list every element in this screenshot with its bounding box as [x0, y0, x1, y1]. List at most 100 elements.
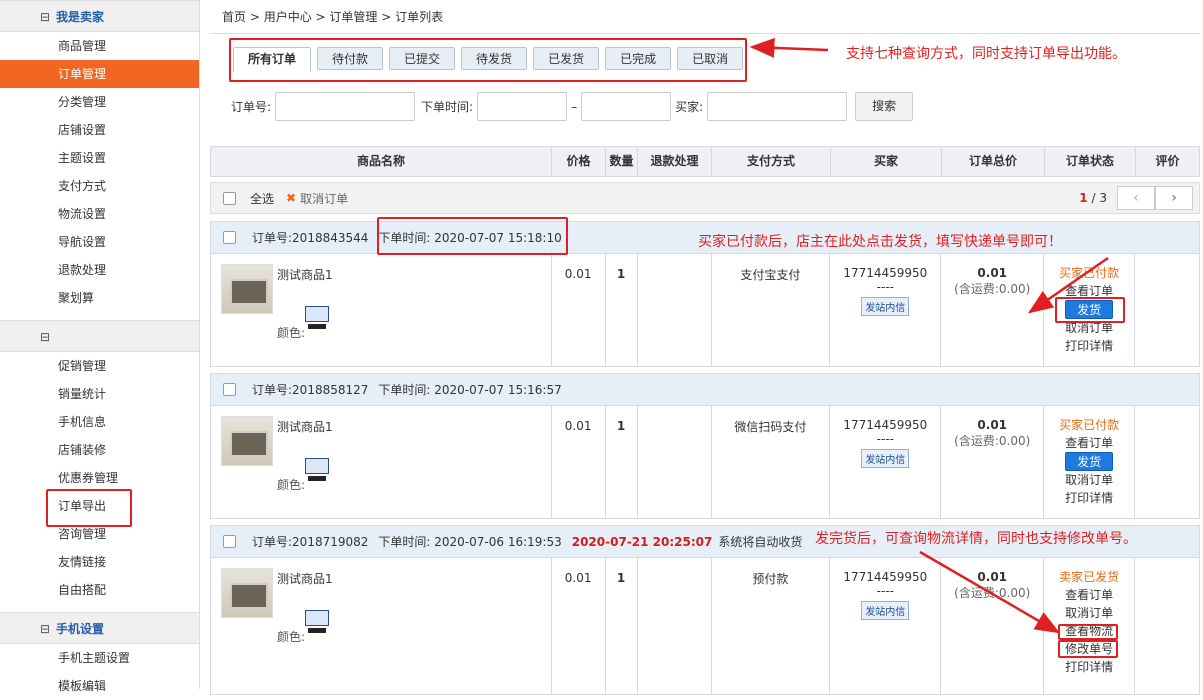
- annotation-ship-note: 买家已付款后，店主在此处点击发货，填写快递单号即可！: [698, 234, 1062, 250]
- tab-submitted[interactable]: 已提交: [389, 47, 456, 70]
- view-order-link[interactable]: 查看订单: [1044, 586, 1134, 604]
- order-row: 测试商品1 颜色: 0.01 1 支付宝支付 17714459950 ---- 发站内…: [211, 254, 1199, 366]
- print-details-link[interactable]: 打印详情: [1044, 337, 1134, 355]
- price: 0.01: [552, 406, 606, 518]
- view-order-link[interactable]: 查看订单: [1044, 434, 1134, 452]
- order-no: 2018719082: [292, 535, 369, 549]
- buyer-phone: 17714459950: [843, 570, 928, 584]
- product-name[interactable]: 测试商品1: [277, 418, 333, 435]
- buyer-phone: 17714459950: [843, 418, 928, 432]
- sidebar-item-mobile-info[interactable]: 手机信息: [0, 408, 199, 436]
- sidebar-item-consult[interactable]: 咨询管理: [0, 520, 199, 548]
- sidebar-section-title: 我是卖家: [56, 10, 105, 24]
- tab-to-ship[interactable]: 待发货: [461, 47, 528, 70]
- sidebar-item-orders[interactable]: 订单管理: [0, 60, 199, 88]
- buyer-sub: ----: [876, 584, 894, 598]
- sidebar-item-free-match[interactable]: 自由搭配: [0, 576, 199, 604]
- time-start-input[interactable]: [477, 92, 568, 121]
- sidebar-item-payment[interactable]: 支付方式: [0, 172, 199, 200]
- annotation-tabs-note: 支持七种查询方式，同时支持订单导出功能。: [846, 46, 1126, 62]
- select-all-label[interactable]: 全选: [250, 190, 274, 207]
- price: 0.01: [552, 254, 606, 366]
- collapse-icon[interactable]: ⊟: [40, 1, 50, 33]
- sidebar-item-sales-stats[interactable]: 销量统计: [0, 380, 199, 408]
- col-rating: 评价: [1155, 154, 1180, 168]
- sidebar-item-logistics[interactable]: 物流设置: [0, 200, 199, 228]
- order-no-input[interactable]: [275, 92, 416, 121]
- tab-pending-payment[interactable]: 待付款: [317, 47, 384, 70]
- cancel-order-link[interactable]: 取消订单: [1044, 471, 1134, 489]
- collapse-icon[interactable]: ⊟: [40, 613, 50, 645]
- computer-icon: [305, 458, 333, 486]
- order-checkbox[interactable]: [223, 231, 236, 244]
- buyer-label: 买家:: [675, 100, 704, 114]
- col-status: 订单状态: [1045, 147, 1136, 176]
- page-current: 1: [1079, 191, 1088, 205]
- annotation-box-modify-tracking: [1058, 640, 1118, 658]
- select-all-checkbox[interactable]: [223, 191, 236, 205]
- send-message-button[interactable]: 发站内信: [861, 449, 910, 468]
- print-details-link[interactable]: 打印详情: [1044, 658, 1134, 676]
- sidebar-item-juhuasuan[interactable]: 聚划算: [0, 284, 199, 312]
- order-checkbox[interactable]: [223, 383, 236, 396]
- order-total: 0.01: [977, 418, 1008, 432]
- order-header: 订单号:2018858127 下单时间: 2020-07-07 15:16:57: [211, 374, 1199, 406]
- breadcrumb-order-list: 订单列表: [395, 10, 444, 24]
- sidebar-section-seller[interactable]: ⊟ 我是卖家: [0, 0, 199, 32]
- breadcrumb-user-center[interactable]: 用户中心: [264, 10, 312, 24]
- product-thumbnail[interactable]: [221, 568, 273, 618]
- ship-button[interactable]: 发货: [1065, 452, 1114, 471]
- sidebar-item-links[interactable]: 友情链接: [0, 548, 199, 576]
- col-product: 商品名称: [211, 147, 552, 176]
- order-checkbox[interactable]: [223, 535, 236, 548]
- color-label: 颜色:: [277, 478, 306, 492]
- tab-shipped[interactable]: 已发货: [533, 47, 600, 70]
- order-no: 2018843544: [292, 231, 369, 245]
- sidebar-item-coupons[interactable]: 优惠券管理: [0, 464, 199, 492]
- breadcrumb-order-mgmt[interactable]: 订单管理: [329, 10, 377, 24]
- rating-cell: [1135, 558, 1199, 694]
- product-name[interactable]: 测试商品1: [277, 570, 333, 587]
- tab-completed[interactable]: 已完成: [605, 47, 672, 70]
- prev-page-button[interactable]: ‹: [1117, 186, 1155, 210]
- sidebar-item-navigation[interactable]: 导航设置: [0, 228, 199, 256]
- sidebar-item-promotion[interactable]: 促销管理: [0, 352, 199, 380]
- cancel-order-button[interactable]: 取消订单: [300, 190, 348, 207]
- order-total: 0.01: [977, 266, 1008, 280]
- sidebar-item-theme[interactable]: 主题设置: [0, 144, 199, 172]
- order-no-label: 订单号:: [252, 535, 293, 549]
- sidebar-section-mobile[interactable]: ⊟ 手机设置: [0, 612, 199, 644]
- time-end-input[interactable]: [581, 92, 672, 121]
- tab-all-orders[interactable]: 所有订单: [233, 47, 312, 73]
- product-thumbnail[interactable]: [221, 264, 273, 314]
- cancel-order-link[interactable]: 取消订单: [1044, 604, 1134, 622]
- annotation-box-order-time: [377, 217, 568, 255]
- buyer-sub: ----: [876, 280, 894, 294]
- next-page-button[interactable]: ›: [1155, 186, 1193, 210]
- sidebar-item-decoration[interactable]: 店铺装修: [0, 436, 199, 464]
- sidebar-item-goods[interactable]: 商品管理: [0, 32, 199, 60]
- order-time: 2020-07-07 15:16:57: [434, 383, 562, 397]
- select-bar: 全选 ✖ 取消订单 1 / 3 ‹ ›: [210, 182, 1200, 214]
- collapse-icon[interactable]: ⊟: [40, 321, 50, 353]
- sidebar-item-order-export[interactable]: 订单导出: [0, 489, 199, 527]
- order-card: 订单号:2018858127 下单时间: 2020-07-07 15:16:57…: [210, 373, 1200, 519]
- send-message-button[interactable]: 发站内信: [861, 297, 910, 316]
- sidebar-item-category[interactable]: 分类管理: [0, 88, 199, 116]
- sidebar-item-refund[interactable]: 退款处理: [0, 256, 199, 284]
- annotation-box-ship-button: [1055, 297, 1125, 323]
- product-thumbnail[interactable]: [221, 416, 273, 466]
- sidebar-item-template-edit[interactable]: 模板编辑: [0, 672, 199, 700]
- send-message-button[interactable]: 发站内信: [861, 601, 910, 620]
- breadcrumb-home[interactable]: 首页: [222, 10, 246, 24]
- buyer-input[interactable]: [707, 92, 848, 121]
- tab-cancelled[interactable]: 已取消: [677, 47, 744, 70]
- sidebar-item-shop-settings[interactable]: 店铺设置: [0, 116, 199, 144]
- product-name[interactable]: 测试商品1: [277, 266, 333, 283]
- sidebar-section-2[interactable]: ⊟: [0, 320, 199, 352]
- print-details-link[interactable]: 打印详情: [1044, 489, 1134, 507]
- sidebar-item-mobile-theme[interactable]: 手机主题设置: [0, 644, 199, 672]
- search-button[interactable]: 搜索: [855, 92, 914, 121]
- total-cell: 0.01 (含运费:0.00): [941, 254, 1045, 366]
- computer-icon: [305, 610, 333, 638]
